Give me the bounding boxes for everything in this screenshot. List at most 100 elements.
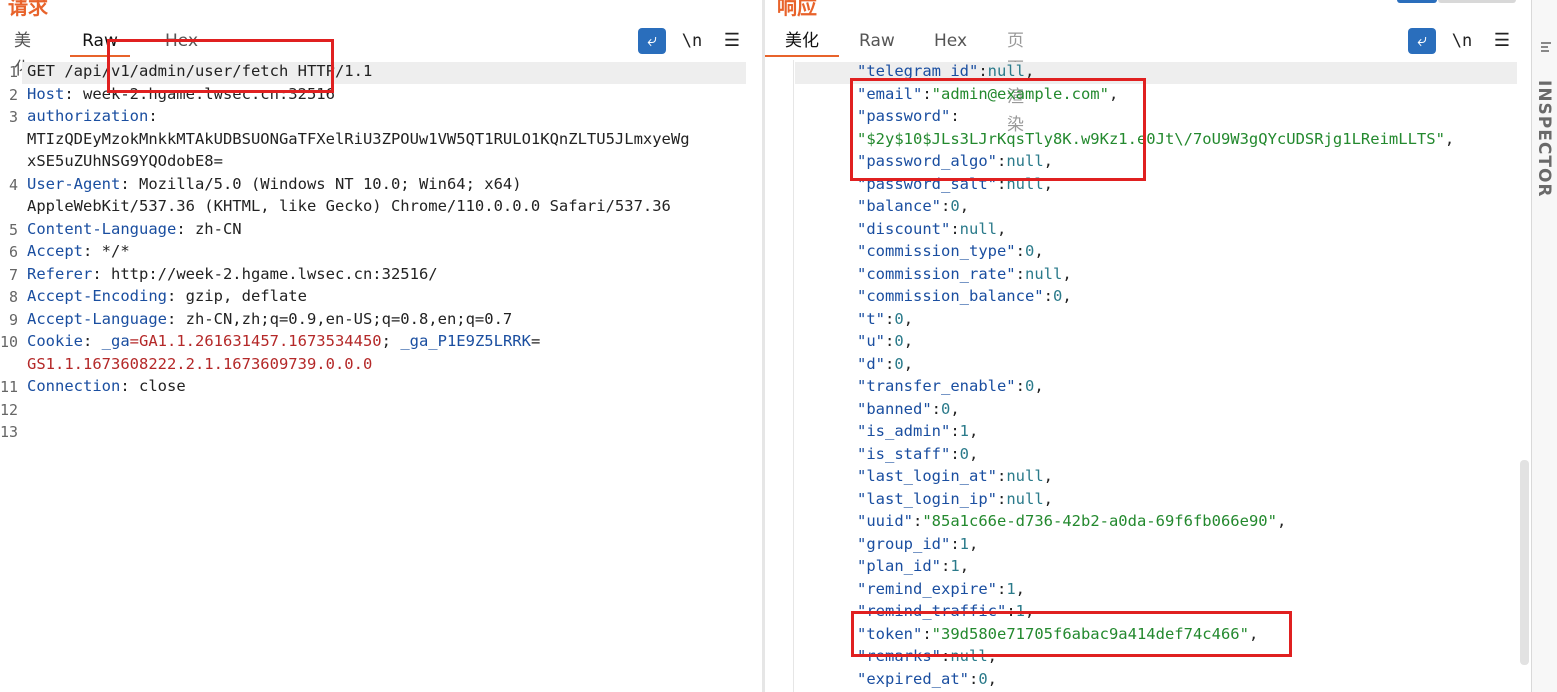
json-comma: ,	[1444, 129, 1455, 148]
json-line: "discount":null,	[857, 220, 1006, 238]
json-line: "commission_balance":0,	[857, 287, 1072, 305]
json-value: 0	[950, 197, 960, 215]
header-value: : close	[120, 377, 186, 395]
json-key: "remind_expire"	[857, 579, 997, 598]
header-value: : zh-CN	[176, 220, 242, 238]
header-name: Connection	[27, 377, 121, 395]
tab-raw[interactable]: Raw	[859, 27, 895, 55]
wrap-lines-icon[interactable]: ⤶	[1408, 28, 1436, 54]
json-line: "last_login_at":null,	[857, 467, 1053, 485]
json-key: "is_admin"	[857, 422, 951, 440]
header-name: Content-Language	[27, 220, 177, 238]
line-number: 3	[8, 108, 18, 126]
json-line: "group_id":1,	[857, 535, 978, 553]
header-name: Referer	[27, 265, 93, 283]
header-value: : http://week-2.hgame.lwsec.cn:32516/	[92, 265, 438, 283]
json-colon: :	[931, 399, 941, 418]
json-line: "u":0,	[857, 332, 913, 350]
header-value: : */*	[83, 242, 130, 260]
json-key: "last_login_ip"	[857, 489, 997, 508]
json-value: null	[1006, 489, 1044, 508]
json-line: "is_staff":0,	[857, 445, 978, 463]
json-comma: ,	[1043, 467, 1053, 485]
wrap-lines-icon[interactable]: ⤶	[638, 28, 666, 54]
json-value: 0	[978, 669, 988, 688]
newline-toggle-button[interactable]: \n	[678, 28, 706, 54]
json-colon: :	[941, 557, 951, 575]
json-colon: :	[996, 579, 1007, 598]
json-comma: ,	[987, 669, 998, 688]
json-comma: ,	[1015, 579, 1026, 598]
request-header: Content-Language: zh-CN	[27, 220, 242, 238]
tab-pretty[interactable]: 美化	[14, 27, 31, 79]
json-comma: ,	[903, 309, 914, 328]
header-value: : zh-CN,zh;q=0.9,en-US;q=0.8,en;q=0.7	[166, 310, 513, 328]
json-comma: ,	[903, 354, 914, 373]
line-number: 2	[8, 86, 18, 104]
line-number: 11	[0, 378, 19, 396]
json-line: "plan_id":1,	[857, 557, 969, 575]
inspector-label: INSPECTOR	[1534, 80, 1554, 198]
header-name: Accept-Encoding	[27, 287, 167, 305]
request-header: Referer: http://week-2.hgame.lwsec.cn:32…	[27, 265, 438, 283]
tab-pretty[interactable]: 美化	[765, 27, 839, 57]
vertical-scrollbar-thumb[interactable]	[1520, 460, 1529, 665]
json-comma: ,	[959, 557, 970, 575]
json-value: 1	[959, 534, 970, 553]
json-key: "is_staff"	[857, 444, 951, 463]
line-number: 9	[8, 311, 18, 329]
json-line: "t":0,	[857, 310, 913, 328]
json-key: "u"	[857, 332, 885, 350]
json-colon: :	[1015, 242, 1025, 260]
json-value: null	[1006, 467, 1044, 485]
json-colon: :	[950, 422, 960, 440]
request-editor[interactable]: 1 2 3 4 5 6 7 8 9 10 11 12 13 GET /api/v…	[0, 60, 762, 692]
menu-icon[interactable]: ☰	[1488, 28, 1516, 54]
json-value: 0	[1052, 287, 1063, 305]
tab-render[interactable]: 页面渲染	[1007, 27, 1024, 135]
json-colon: :	[950, 534, 960, 553]
menu-icon[interactable]: ☰	[718, 28, 746, 54]
response-pane: 响应 美化 Raw Hex 页面渲染 ⤶ \n ☰ "telegram_id":…	[765, 0, 1531, 692]
json-key: "d"	[857, 354, 885, 373]
header-name: Accept-Language	[27, 310, 167, 328]
layout-toggle-right[interactable]	[1438, 0, 1516, 3]
json-colon: :	[968, 669, 979, 688]
json-comma: ,	[969, 422, 979, 440]
tab-hex[interactable]: Hex	[934, 27, 967, 55]
header-name: authorization	[27, 107, 149, 125]
request-header: Cookie: _ga=GA1.1.261631457.1673534450; …	[27, 332, 540, 350]
line-number: 13	[0, 423, 19, 441]
header-value: : Mozilla/5.0 (Windows NT 10.0; Win64; x…	[120, 175, 522, 193]
header-name: Host	[27, 85, 65, 103]
inspector-sidebar[interactable]: INSPECTOR	[1531, 0, 1557, 692]
header-name: Cookie	[27, 332, 83, 350]
json-colon: :	[996, 467, 1007, 485]
json-key: "plan_id"	[857, 557, 941, 575]
layout-toggle-left[interactable]	[1397, 0, 1437, 3]
highlight-box-token	[851, 611, 1292, 657]
cookie-name: _ga_P1E9Z5LRRK	[400, 332, 531, 350]
request-header: Accept-Encoding: gzip, deflate	[27, 287, 307, 305]
json-value: null	[1024, 264, 1063, 283]
request-header: Accept-Language: zh-CN,zh;q=0.9,en-US;q=…	[27, 310, 512, 328]
json-value: 0	[1024, 242, 1035, 260]
inspector-menu-icon[interactable]	[1541, 42, 1551, 54]
json-line: "last_login_ip":null,	[857, 490, 1053, 508]
response-title: 响应	[777, 0, 817, 19]
json-key: "group_id"	[857, 534, 951, 553]
json-line: "d":0,	[857, 355, 913, 373]
json-colon: :	[1015, 377, 1025, 395]
json-key: "transfer_enable"	[857, 377, 1016, 395]
json-colon: :	[950, 444, 960, 463]
line-number: 12	[0, 401, 19, 419]
json-colon: :	[885, 309, 895, 328]
json-comma: ,	[903, 332, 914, 350]
cookie-value: GS1.1.1673608222.2.1.1673609739.0.0.0	[27, 355, 373, 373]
newline-toggle-button[interactable]: \n	[1448, 28, 1476, 54]
json-key: "commission_rate"	[857, 264, 1016, 283]
json-value: 0	[894, 354, 904, 373]
json-value: 0	[1024, 377, 1035, 395]
line-number: 4	[8, 176, 18, 194]
json-line: "expired_at":0,	[857, 670, 997, 688]
